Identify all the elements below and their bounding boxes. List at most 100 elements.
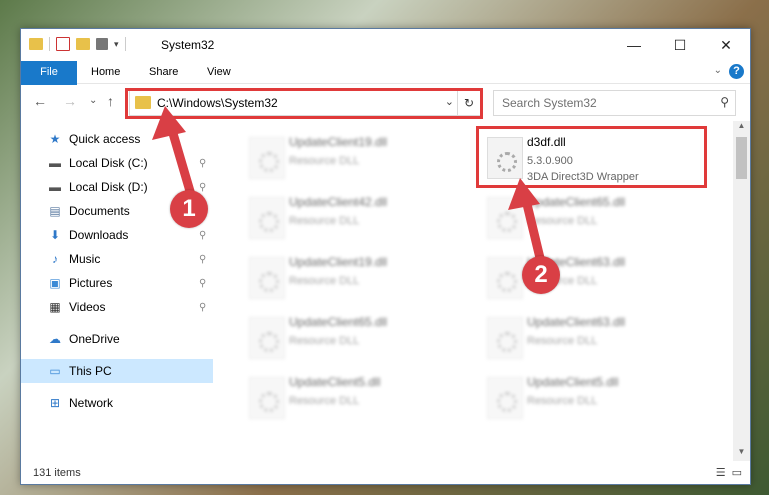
address-highlight-box xyxy=(125,88,483,119)
file-details: Resource DLL xyxy=(527,213,597,229)
file-name: UpdateClient65.dll xyxy=(289,315,388,329)
tab-view[interactable]: View xyxy=(197,61,241,83)
file-item[interactable]: UpdateClient63.dll Resource DLL xyxy=(479,309,709,365)
help-icon[interactable]: ? xyxy=(729,64,744,79)
file-name: UpdateClient42.dll xyxy=(289,195,388,209)
tiles-view-icon[interactable]: ▭ xyxy=(732,466,742,479)
window-title: System32 xyxy=(161,38,215,52)
back-button[interactable]: ← xyxy=(33,93,47,109)
file-item[interactable]: UpdateClient42.dll Resource DLL xyxy=(241,189,471,245)
dll-file-icon xyxy=(487,377,523,419)
tab-home[interactable]: Home xyxy=(81,61,130,83)
folder-icon xyxy=(29,38,43,50)
network-icon: ⊞ xyxy=(49,396,61,410)
sidebar-item-label: Quick access xyxy=(69,132,141,146)
sidebar-item-label: OneDrive xyxy=(69,332,120,346)
new-folder-icon[interactable] xyxy=(76,38,90,50)
properties-icon[interactable] xyxy=(56,37,70,51)
sidebar-item-label: Videos xyxy=(69,300,106,314)
sidebar-item[interactable]: ▣ Pictures ⚲ xyxy=(21,271,213,295)
videos-icon: ▦ xyxy=(49,300,61,314)
computer-icon: ▭ xyxy=(49,364,61,378)
sidebar-item[interactable]: ⊞ Network xyxy=(21,391,213,415)
forward-button[interactable]: → xyxy=(63,93,77,109)
dll-file-icon xyxy=(487,317,523,359)
file-name: UpdateClient19.dll xyxy=(289,135,388,149)
file-details: Resource DLL xyxy=(289,153,359,169)
sidebar-item[interactable]: ▭ This PC xyxy=(21,359,213,383)
marker-1: 1 xyxy=(170,190,208,228)
title-bar: ▾ System32 — ☐ ✕ xyxy=(21,29,750,61)
file-type: Resource DLL xyxy=(527,215,598,227)
item-count: 131 items xyxy=(33,467,81,479)
sidebar-item-label: This PC xyxy=(69,364,112,378)
dll-file-icon xyxy=(249,377,285,419)
file-name: UpdateClient5.dll xyxy=(289,375,381,389)
search-input[interactable] xyxy=(494,91,704,115)
minimize-button[interactable]: — xyxy=(611,29,657,61)
sidebar-item[interactable]: ★ Quick access xyxy=(21,127,213,151)
sidebar-item-label: Pictures xyxy=(69,276,113,290)
marker-2: 2 xyxy=(522,256,560,294)
tab-share[interactable]: Share xyxy=(139,61,188,83)
scroll-down-icon[interactable]: ▼ xyxy=(733,447,750,461)
file-type: Resource DLL xyxy=(289,215,360,227)
vertical-scrollbar[interactable]: ▲ ▼ xyxy=(733,121,750,461)
sidebar-item[interactable]: ☁ OneDrive xyxy=(21,327,213,351)
status-bar: 131 items ☰ ▭ xyxy=(21,462,750,484)
sidebar-item-label: Local Disk (D:) xyxy=(69,180,148,194)
dll-file-icon xyxy=(487,197,523,239)
file-details: Resource DLL xyxy=(289,273,359,289)
separator xyxy=(124,37,126,51)
file-name: UpdateClient65.dll xyxy=(527,195,626,209)
scroll-up-icon[interactable]: ▲ xyxy=(733,121,750,135)
file-type: Resource DLL xyxy=(527,395,598,407)
sidebar-item[interactable]: ▦ Videos ⚲ xyxy=(21,295,213,319)
pin-icon: ⚲ xyxy=(199,229,207,241)
up-button[interactable]: ↑ xyxy=(107,93,114,109)
dll-file-icon xyxy=(249,317,285,359)
music-icon: ♪ xyxy=(52,252,58,266)
maximize-button[interactable]: ☐ xyxy=(657,29,703,61)
pin-icon: ⚲ xyxy=(199,181,207,193)
search-box[interactable]: ⚲ xyxy=(493,90,736,116)
file-item[interactable]: UpdateClient19.dll Resource DLL xyxy=(241,249,471,305)
file-item[interactable]: UpdateClient63.dll Resource DLL xyxy=(479,249,709,305)
drive-icon: ▬ xyxy=(49,180,61,194)
file-details: Resource DLL xyxy=(289,333,359,349)
file-type: Resource DLL xyxy=(289,335,360,347)
drive-icon: ▬ xyxy=(49,156,61,170)
ribbon-collapse-icon[interactable]: ⌄ xyxy=(714,65,722,76)
sidebar-item[interactable]: ♪ Music ⚲ xyxy=(21,247,213,271)
pictures-icon: ▣ xyxy=(49,276,61,290)
cloud-icon: ☁ xyxy=(49,332,61,346)
qa-dropdown-icon[interactable]: ▾ xyxy=(114,39,119,50)
star-icon: ★ xyxy=(49,132,61,146)
dll-file-icon xyxy=(249,197,285,239)
file-details: Resource DLL xyxy=(527,393,597,409)
details-view-icon[interactable]: ☰ xyxy=(716,466,726,479)
search-icon: ⚲ xyxy=(720,95,729,109)
file-item[interactable]: UpdateClient65.dll Resource DLL xyxy=(241,309,471,365)
file-details: Resource DLL xyxy=(289,393,359,409)
ribbon: File Home Share View ⌄ ? xyxy=(21,61,750,117)
file-item[interactable]: UpdateClient5.dll Resource DLL xyxy=(479,369,709,425)
file-details: Resource DLL xyxy=(527,333,597,349)
file-type: Resource DLL xyxy=(289,275,360,287)
sidebar-item[interactable]: ▬ Local Disk (C:) ⚲ xyxy=(21,151,213,175)
close-button[interactable]: ✕ xyxy=(703,29,749,61)
scroll-thumb[interactable] xyxy=(736,137,747,179)
quick-access-toolbar: ▾ xyxy=(29,37,126,51)
file-item[interactable]: UpdateClient19.dll Resource DLL xyxy=(241,129,471,185)
documents-icon: ▤ xyxy=(49,204,61,218)
pin-icon: ⚲ xyxy=(199,277,207,289)
dll-file-icon xyxy=(487,257,523,299)
recent-locations-button[interactable]: ⌄ xyxy=(89,95,97,106)
file-type: Resource DLL xyxy=(527,335,598,347)
file-item[interactable]: UpdateClient5.dll Resource DLL xyxy=(241,369,471,425)
file-item[interactable]: UpdateClient65.dll Resource DLL xyxy=(479,189,709,245)
customize-icon[interactable] xyxy=(96,38,108,50)
file-name: UpdateClient19.dll xyxy=(289,255,388,269)
file-details: Resource DLL xyxy=(289,213,359,229)
pin-icon: ⚲ xyxy=(199,157,207,169)
